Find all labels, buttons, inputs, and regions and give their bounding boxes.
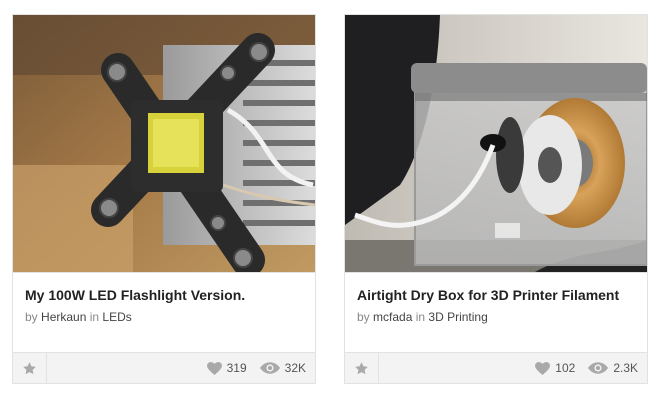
dry-box-photo [345,15,647,272]
project-thumbnail[interactable] [345,15,647,272]
heart-icon [206,361,222,375]
author-link[interactable]: mcfada [373,310,412,324]
category-link[interactable]: 3D Printing [428,310,487,324]
views-count: 32K [284,361,306,375]
in-label: in [89,310,100,324]
project-stats: 319 32K [206,353,306,383]
star-icon [23,361,36,374]
eye-icon [588,362,609,374]
project-title[interactable]: My 100W LED Flashlight Version. [25,286,303,304]
likes-stat: 102 [535,361,575,375]
heart-icon [535,361,551,375]
led-flashlight-photo [13,15,315,272]
project-card[interactable]: Airtight Dry Box for 3D Printer Filament… [344,14,648,384]
project-card[interactable]: My 100W LED Flashlight Version. by Herka… [12,14,316,384]
category-link[interactable]: LEDs [102,310,131,324]
project-title[interactable]: Airtight Dry Box for 3D Printer Filament [357,286,635,304]
by-label: by [357,310,370,324]
project-thumbnail[interactable] [13,15,315,272]
by-label: by [25,310,38,324]
likes-count: 319 [226,361,247,375]
eye-icon [259,362,280,374]
card-footer: 102 2.3K [345,352,647,383]
author-link[interactable]: Herkaun [41,310,86,324]
project-meta: by Herkaun in LEDs [25,310,303,324]
views-stat: 2.3K [588,361,638,375]
likes-count: 102 [555,361,576,375]
star-icon [355,361,368,374]
project-meta: by mcfada in 3D Printing [357,310,635,324]
in-label: in [415,310,426,324]
views-count: 2.3K [613,361,638,375]
views-stat: 32K [259,361,306,375]
likes-stat: 319 [206,361,247,375]
favorite-button[interactable] [13,353,47,383]
favorite-button[interactable] [345,353,379,383]
project-stats: 102 2.3K [535,353,638,383]
card-footer: 319 32K [13,352,315,383]
